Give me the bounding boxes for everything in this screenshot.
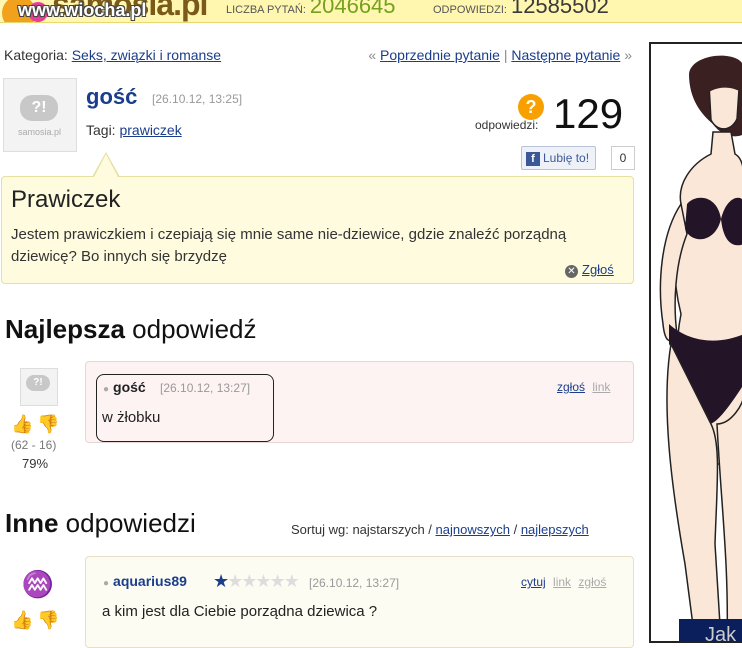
speech-bubble-icon: ?! [26, 375, 50, 391]
answer-author[interactable]: ● aquarius89 [103, 573, 187, 589]
answers-stat-label: ODPOWIEDZI: [433, 4, 507, 16]
close-circle-icon: ✕ [565, 265, 578, 278]
aquarius-icon[interactable]: ♒ [20, 566, 56, 602]
best-answer-heading-rest: odpowiedź [124, 314, 257, 344]
questions-stat: LICZBA PYTAŃ: 2046645 [226, 0, 396, 19]
ad-text: Jak [705, 624, 737, 643]
answers-stat-value: 12585502 [510, 0, 609, 18]
like-count: 0 [611, 146, 635, 170]
report-question-link[interactable]: Zgłoś [582, 262, 614, 277]
user-rating: ★★★★★★ [213, 571, 300, 592]
bullet-icon: ● [103, 578, 110, 589]
answer-permalink[interactable]: link [553, 575, 571, 589]
other-answers-heading: Inne odpowiedzi [5, 508, 196, 539]
watermark: www.wiocha.pl [18, 0, 147, 20]
question-author[interactable]: gość [86, 84, 137, 110]
category-breadcrumb: Kategoria: Seks, związki i romanse [4, 47, 221, 63]
answer-votes-buttons: 👍 👎 [11, 610, 60, 631]
speech-bubble-icon: ?! [20, 95, 58, 121]
next-question-link[interactable]: Następne pytanie [511, 47, 620, 63]
category-label: Kategoria: [4, 47, 68, 63]
best-answer-author-name: gość [113, 379, 146, 395]
sort-newest[interactable]: najnowszych [436, 522, 510, 537]
answers-count: 129 [553, 90, 624, 137]
question-text: Jestem prawiczkiem i czepiają się mnie s… [11, 226, 567, 265]
bullet-icon: ● [103, 384, 110, 395]
best-answer-percent: 79% [22, 456, 49, 471]
other-answers-heading-rest: odpowiedzi [58, 508, 196, 538]
star-icon: ★ [213, 571, 229, 591]
sort-best[interactable]: najlepszych [521, 522, 589, 537]
tag-link[interactable]: prawiczek [119, 122, 181, 138]
question-date: [26.10.12, 13:25] [152, 92, 243, 106]
thumbs-down-icon[interactable]: 👎 [37, 414, 59, 434]
answers-stat: ODPOWIEDZI: 12585502 [433, 0, 609, 19]
best-answer-heading: Najlepsza odpowiedź [5, 314, 257, 345]
site-logo[interactable]: samosia.pl www.wiocha.pl [0, 0, 208, 22]
answer-author-name: aquarius89 [113, 573, 187, 589]
best-answer-permalink[interactable]: link [592, 380, 610, 394]
question-bubble-tail-fill [94, 154, 118, 177]
thumbs-up-icon[interactable]: 👍 [11, 414, 33, 434]
answer-quote-link[interactable]: cytuj [521, 575, 546, 589]
questions-stat-label: LICZBA PYTAŃ: [226, 4, 306, 16]
best-answer-heading-bold: Najlepsza [5, 314, 125, 344]
tags-label: Tagi: [86, 122, 116, 138]
best-answer-actions: zgłoś link [557, 380, 614, 394]
nav-separator: | [503, 47, 508, 63]
prev-question-link[interactable]: Poprzednie pytanie [380, 47, 500, 63]
answer-text: a kim jest dla Ciebie porządna dziewica … [102, 603, 378, 620]
best-answer-text: w żłobku [102, 409, 161, 426]
sort-label: Sortuj wg: [291, 522, 349, 537]
questions-stat-value: 2046645 [309, 0, 396, 18]
question-title: Prawiczek [11, 186, 121, 213]
top-bar: samosia.pl www.wiocha.pl LICZBA PYTAŃ: 20… [0, 0, 742, 23]
question-author-avatar[interactable]: ?! samosia.pl [3, 78, 77, 152]
best-answer-date: [26.10.12, 13:27] [160, 381, 251, 395]
question-nav: « Poprzednie pytanie | Następne pytanie … [368, 47, 632, 63]
answer-date: [26.10.12, 13:27] [309, 576, 400, 590]
best-answer-author[interactable]: ● gość [103, 379, 146, 395]
best-answer-votes: (62 - 16) [11, 438, 57, 452]
like-label: Lubię to! [543, 151, 590, 165]
best-answer-votes-buttons: 👍 👎 [11, 414, 60, 435]
answers-count-label: odpowiedzi: [475, 118, 539, 132]
question-icon: ? [518, 94, 544, 120]
prev-arrow-icon: « [368, 47, 377, 63]
next-arrow-icon: » [624, 47, 632, 63]
other-answers-heading-bold: Inne [5, 508, 59, 538]
ad-illustration [659, 55, 742, 641]
advertisement-banner[interactable]: Jak [649, 42, 742, 643]
avatar-label: samosia.pl [18, 127, 62, 137]
thumbs-up-icon[interactable]: 👍 [11, 610, 33, 630]
category-link[interactable]: Seks, związki i romanse [72, 47, 221, 63]
thumbs-down-icon[interactable]: 👎 [37, 610, 59, 630]
report-question[interactable]: ✕ Zgłoś [565, 262, 614, 278]
answer-actions: cytuj link zgłoś [521, 575, 610, 589]
star-icon: ★★★★★ [227, 571, 300, 591]
sort-oldest[interactable]: najstarszych [352, 522, 424, 537]
question-tags: Tagi: prawiczek [86, 122, 182, 138]
best-answer-avatar[interactable]: ?! [20, 368, 58, 406]
facebook-icon: f [526, 151, 540, 166]
sort-options: Sortuj wg: najstarszych / najnowszych / … [291, 522, 589, 537]
best-answer-report-link[interactable]: zgłoś [557, 380, 585, 394]
answer-box [85, 556, 634, 648]
facebook-like-button[interactable]: f Lubię to! [521, 146, 597, 170]
answer-report-link[interactable]: zgłoś [578, 575, 606, 589]
